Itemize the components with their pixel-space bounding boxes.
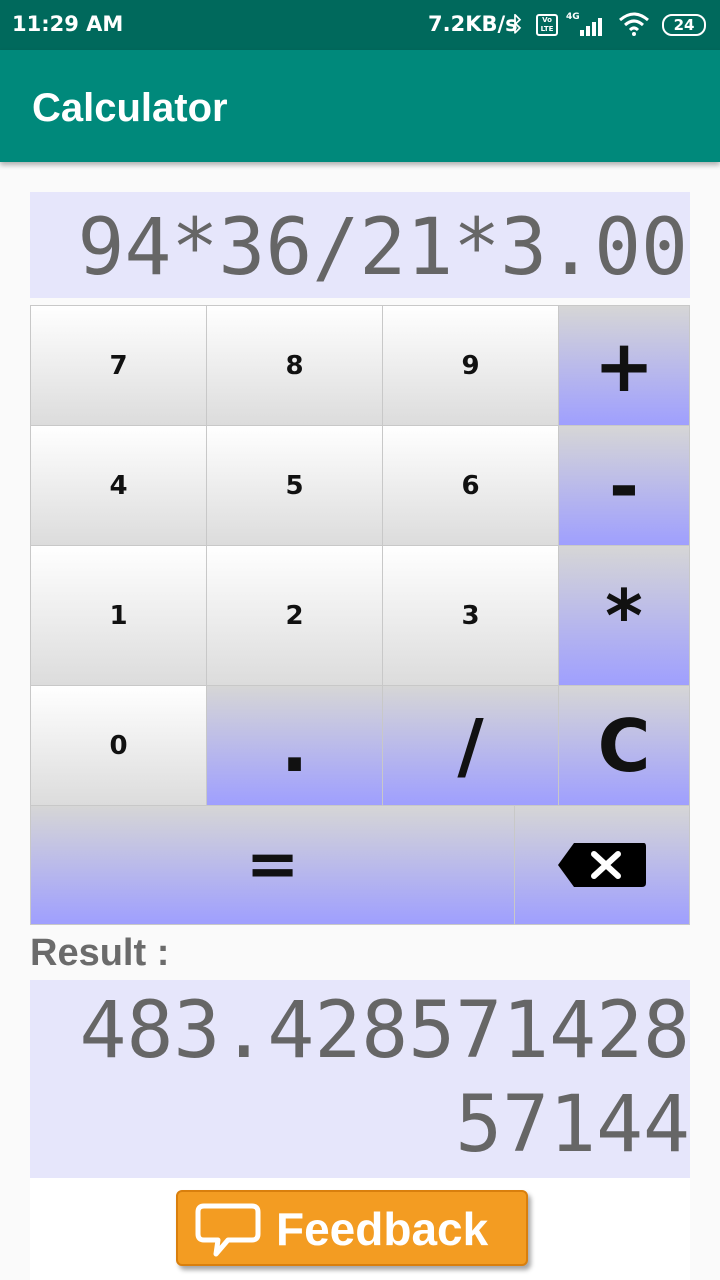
- network-type: 4G: [566, 12, 580, 22]
- backspace-button[interactable]: [514, 805, 690, 925]
- result-label: Result :: [30, 932, 170, 974]
- key-decimal[interactable]: .: [206, 685, 383, 806]
- battery-icon: 24: [662, 14, 706, 36]
- speech-bubble-icon: [194, 1202, 262, 1269]
- app-bar: Calculator: [0, 50, 720, 162]
- key-7[interactable]: 7: [30, 305, 207, 426]
- key-equals[interactable]: =: [30, 805, 515, 925]
- key-minus[interactable]: -: [558, 425, 690, 546]
- key-0[interactable]: 0: [30, 685, 207, 806]
- key-8[interactable]: 8: [206, 305, 383, 426]
- network-speed: 7.2KB/s: [428, 12, 518, 36]
- feedback-button[interactable]: Feedback: [176, 1190, 528, 1266]
- key-multiply[interactable]: *: [558, 545, 690, 686]
- result-display: 483.42857142857144: [30, 980, 690, 1178]
- status-time: 11:29 AM: [12, 12, 124, 36]
- feedback-label: Feedback: [276, 1203, 489, 1255]
- wifi-icon: [618, 12, 650, 41]
- key-plus[interactable]: +: [558, 305, 690, 426]
- bluetooth-icon: ᛒ: [511, 12, 524, 36]
- key-4[interactable]: 4: [30, 425, 207, 546]
- key-divide[interactable]: /: [382, 685, 559, 806]
- key-9[interactable]: 9: [382, 305, 559, 426]
- key-5[interactable]: 5: [206, 425, 383, 546]
- status-bar: 11:29 AM 7.2KB/s ᛒ Vo LTE 4G 24: [0, 0, 720, 50]
- volte-icon: Vo LTE: [536, 14, 558, 36]
- key-1[interactable]: 1: [30, 545, 207, 686]
- key-clear[interactable]: C: [558, 685, 690, 806]
- key-6[interactable]: 6: [382, 425, 559, 546]
- app-title: Calculator: [32, 86, 228, 130]
- key-2[interactable]: 2: [206, 545, 383, 686]
- key-3[interactable]: 3: [382, 545, 559, 686]
- expression-display: 94*36/21*3.00: [30, 192, 690, 298]
- signal-icon: 4G: [566, 12, 604, 36]
- backspace-icon: [558, 843, 646, 887]
